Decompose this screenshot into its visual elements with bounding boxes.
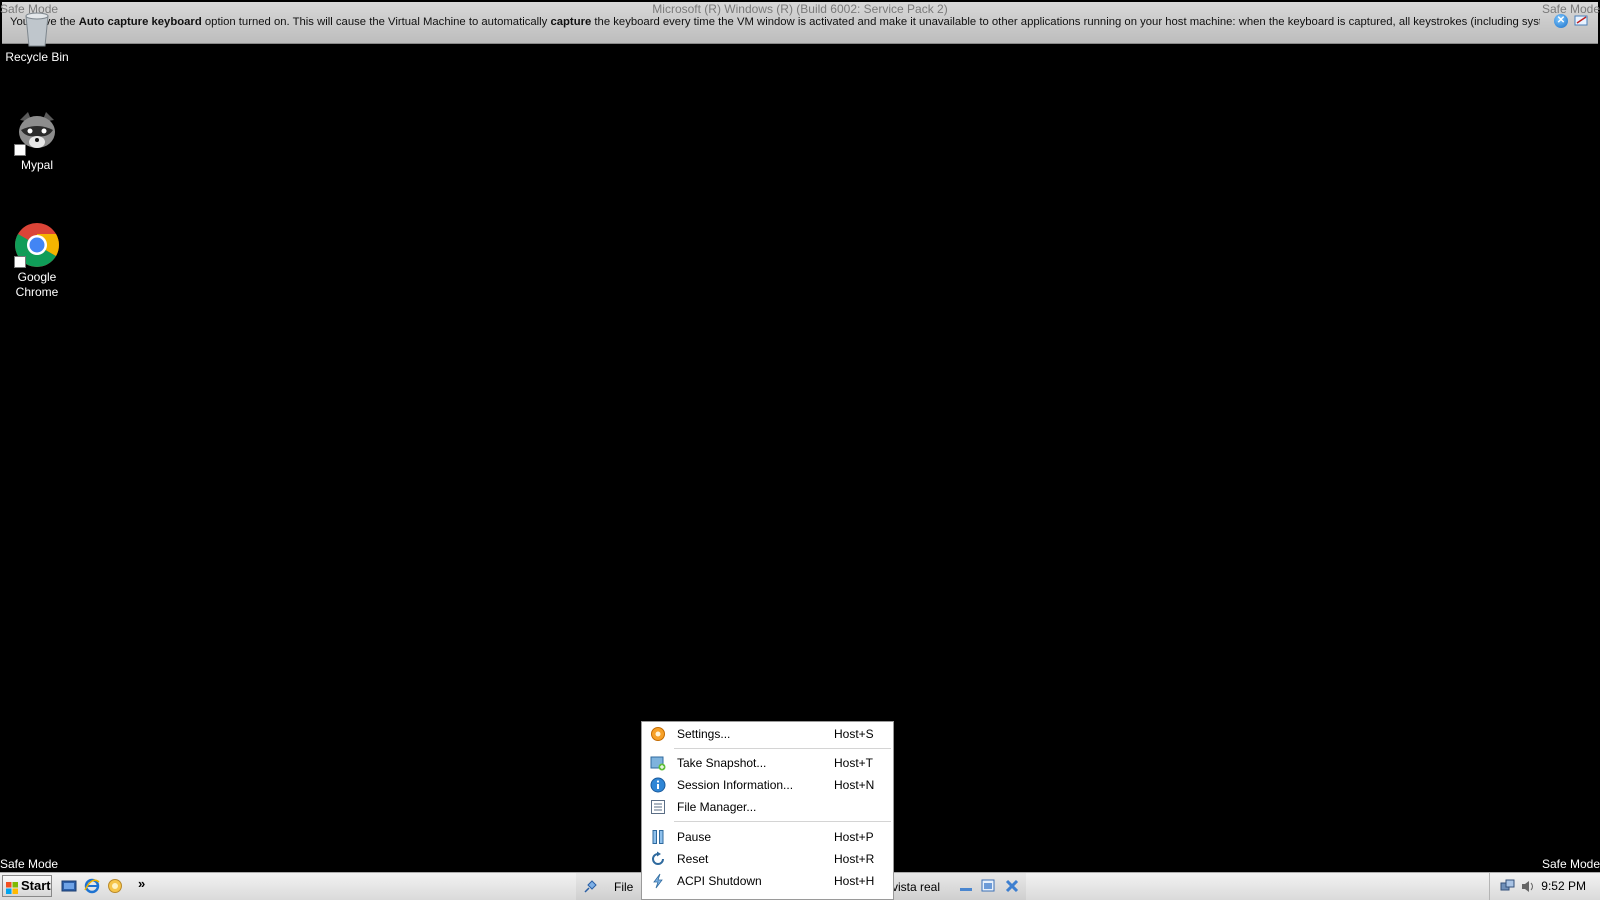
quick-launch-more-icon[interactable]: » [138, 876, 145, 891]
network-icon[interactable] [1500, 879, 1516, 894]
acpi-shutdown-icon [650, 873, 666, 889]
menu-item-settings[interactable]: Settings... Host+S [642, 723, 893, 745]
minimize-icon[interactable] [958, 879, 974, 893]
pin-icon[interactable] [582, 879, 598, 893]
reset-icon [650, 851, 666, 867]
safe-mode-label: Safe Mode [0, 857, 59, 871]
settings-icon [650, 726, 666, 742]
windows-flag-icon [6, 880, 18, 894]
menu-separator [674, 821, 891, 822]
menu-item-pause[interactable]: Pause Host+P [642, 826, 893, 848]
menu-item-session-information[interactable]: Session Information... Host+N [642, 774, 893, 796]
dismiss-notification-icon[interactable] [1574, 14, 1590, 28]
menu-item-take-snapshot[interactable]: Take Snapshot... Host+T [642, 752, 893, 774]
menu-item-file-manager[interactable]: File Manager... [642, 796, 893, 818]
desktop-icon-mypal[interactable]: Mypal [0, 110, 74, 173]
pause-icon [650, 829, 666, 845]
shortcut-arrow-icon [14, 256, 26, 268]
close-notification-icon[interactable]: ✕ [1554, 14, 1568, 28]
safe-mode-label: Safe Mode [1541, 857, 1600, 871]
file-menu[interactable]: File [614, 880, 633, 894]
desktop-icon-recycle-bin[interactable]: Recycle Bin [0, 8, 74, 65]
start-label: Start [21, 878, 51, 893]
close-vm-icon[interactable] [1004, 879, 1020, 893]
window-title: Microsoft (R) Windows (R) (Build 6002: S… [652, 2, 948, 16]
notification-message: You have the Auto capture keyboard optio… [10, 16, 1540, 28]
menu-item-acpi-shutdown[interactable]: ACPI Shutdown Host+H [642, 870, 893, 892]
mypal-raccoon-icon [14, 110, 60, 156]
start-button[interactable]: Start [2, 875, 52, 897]
file-manager-icon [650, 799, 666, 815]
clock[interactable]: 9:52 PM [1541, 879, 1586, 893]
notification-bar: Safe Mode Microsoft (R) Windows (R) (Bui… [0, 2, 1600, 44]
info-icon [650, 777, 666, 793]
menu-separator [674, 748, 891, 749]
internet-explorer-icon[interactable] [84, 878, 100, 894]
show-desktop-icon[interactable] [61, 878, 77, 894]
volume-icon[interactable] [1520, 879, 1536, 894]
menu-item-reset[interactable]: Reset Host+R [642, 848, 893, 870]
safe-mode-label: Safe Mode [1541, 2, 1600, 16]
exit-fullscreen-icon[interactable] [980, 879, 996, 893]
snapshot-icon [650, 755, 666, 771]
desktop-icon-google-chrome[interactable]: Google Chrome [0, 222, 74, 300]
mypal-quicklaunch-icon[interactable] [107, 878, 123, 894]
recycle-bin-icon [22, 8, 52, 48]
system-tray: 9:52 PM [1489, 873, 1600, 900]
vm-context-menu: Settings... Host+S Take Snapshot... Host… [641, 721, 894, 900]
vm-name: vista real [892, 880, 941, 894]
chrome-icon [14, 222, 60, 268]
shortcut-arrow-icon [14, 144, 26, 156]
